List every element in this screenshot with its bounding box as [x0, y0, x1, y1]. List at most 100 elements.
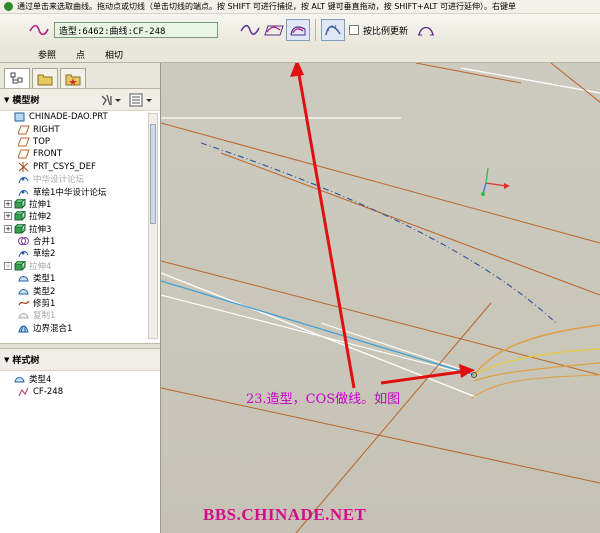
model-tree-title: 模型树	[12, 96, 40, 106]
free-curve-icon	[240, 24, 260, 35]
plane-curve-button[interactable]	[262, 19, 286, 41]
tree-item[interactable]: 修剪1	[0, 297, 160, 309]
boundary-icon	[18, 323, 30, 333]
favorites-star-icon	[65, 74, 81, 85]
tree-item-label: 复制1	[33, 311, 56, 322]
tab-tangency[interactable]: 相切	[105, 48, 123, 61]
curve-type-icon[interactable]	[28, 22, 50, 38]
curve-icon	[18, 387, 30, 397]
cos-dashboard-toolbar: 造型:6462:曲线:CF-248 按比例更新	[0, 14, 600, 46]
tree-item[interactable]: TOP	[0, 136, 160, 148]
tree-item-label: 边界混合1	[33, 323, 73, 334]
navigator-tabs	[0, 63, 160, 89]
tree-item-label: 拉伸1	[29, 199, 52, 210]
tab-model-tree[interactable]	[4, 68, 30, 88]
plane-curve-icon	[264, 25, 284, 36]
curve-edit-button[interactable]	[414, 19, 438, 41]
tree-item-label: 草绘1中华设计论坛	[33, 187, 107, 198]
csys-icon	[18, 161, 30, 172]
curvature-button[interactable]	[321, 19, 345, 41]
graphics-viewport[interactable]: 23.造型，COS做线。如图 BBS.CHINADE.NET	[161, 63, 600, 533]
extrude-icon	[14, 198, 26, 209]
tree-item[interactable]: + 拉伸4	[0, 260, 160, 272]
tree-item-label: 拉伸2	[29, 212, 52, 223]
tree-item-label: TOP	[33, 136, 51, 147]
extrude-icon	[14, 223, 26, 234]
model-tree: CHINADE-DAO.PRT RIGHT TOP FRONT PRT_CSYS_DEF…	[0, 111, 160, 343]
tree-item-label: 类型4	[29, 375, 52, 386]
extrude-icon	[14, 211, 26, 221]
scale-update-checkbox[interactable]: 按比例更新	[349, 24, 408, 37]
datum-plane-icon	[18, 137, 30, 147]
style-tree-header[interactable]: ▼ 样式树	[0, 349, 160, 371]
tree-item-label: 拉伸4	[29, 261, 52, 272]
datum-plane-icon	[18, 149, 30, 159]
curve-select-field[interactable]: 造型:6462:曲线:CF-248	[54, 22, 218, 38]
trim-icon	[18, 298, 30, 308]
tree-item-label: 类型2	[33, 286, 56, 297]
free-curve-button[interactable]	[238, 19, 262, 41]
checkbox-box[interactable]	[349, 25, 359, 35]
tree-item[interactable]: 中华设计论坛	[0, 173, 160, 185]
tree-item[interactable]: 类型2	[0, 284, 160, 297]
style-icon	[18, 286, 30, 296]
tree-item[interactable]: 合并1	[0, 235, 160, 247]
tree-item[interactable]: + 拉伸1	[0, 198, 160, 210]
tree-item[interactable]: + 拉伸3	[0, 223, 160, 235]
tree-item-label: RIGHT	[33, 124, 60, 135]
part-icon	[14, 112, 26, 122]
tree-item[interactable]: RIGHT	[0, 123, 160, 135]
tree-item-label: CF-248	[33, 386, 64, 397]
tree-item[interactable]: 草绘1中华设计论坛	[0, 185, 160, 198]
scale-update-label: 按比例更新	[363, 26, 409, 37]
tree-item[interactable]: 类型4	[0, 373, 160, 385]
tree-item[interactable]: 复制1	[0, 309, 160, 321]
folder-icon	[37, 74, 53, 85]
message-text: 通过单击来选取曲线。拖动点或切线（单击切线的端点。按 SHIFT 可进行捕捉，按…	[17, 2, 516, 11]
style-icon	[14, 374, 26, 384]
collapse-triangle-icon[interactable]: ▼	[4, 96, 9, 104]
collapse-triangle-icon[interactable]: ▼	[4, 356, 9, 364]
model-tree-header[interactable]: ▼ 模型树	[0, 89, 160, 111]
tree-item[interactable]: 草绘2	[0, 247, 160, 259]
tree-item[interactable]: FRONT	[0, 148, 160, 160]
tree-scrollbar[interactable]	[148, 113, 158, 339]
tree-item[interactable]: PRT_CSYS_DEF	[0, 161, 160, 173]
expand-plus-icon[interactable]: +	[4, 212, 12, 221]
tree-item[interactable]: 边界混合1	[0, 322, 160, 334]
expand-plus-icon[interactable]: +	[4, 261, 12, 270]
tree-item[interactable]: 类型1	[0, 272, 160, 284]
navigator-panel: ▼ 模型树 CHINADE-DAO.PRT RIGHT TOP FRONT PRT_CS…	[0, 63, 161, 533]
style-tree: 类型4 CF-248	[0, 371, 160, 398]
expand-plus-icon[interactable]: +	[4, 224, 12, 233]
toolbar-separator	[315, 19, 316, 41]
model-geometry	[161, 63, 600, 533]
tree-item[interactable]: CF-248	[0, 385, 160, 397]
merge-icon	[18, 236, 30, 246]
tree-item[interactable]: CHINADE-DAO.PRT	[0, 111, 160, 123]
annotation-note: 23.造型，COS做线。如图	[246, 392, 401, 407]
tree-item[interactable]: + 拉伸2	[0, 210, 160, 222]
expand-plus-icon[interactable]: +	[4, 199, 12, 208]
style-icon	[18, 273, 30, 283]
tree-item-label: 修剪1	[33, 299, 56, 310]
cos-curve-icon	[290, 26, 306, 36]
cos-curve-button[interactable]	[286, 19, 310, 41]
tree-item-label: CHINADE-DAO.PRT	[29, 112, 108, 123]
tree-item-label: FRONT	[33, 149, 63, 160]
curve-field-value: 造型:6462:曲线:CF-248	[59, 26, 166, 37]
sketch-icon	[18, 174, 30, 184]
model-tree-tools	[100, 93, 154, 107]
tree-item-label: 中华设计论坛	[33, 175, 85, 186]
scrollbar-thumb[interactable]	[150, 124, 156, 224]
tab-favorites[interactable]	[60, 68, 86, 88]
tab-points[interactable]: 点	[76, 48, 85, 61]
tab-references[interactable]: 参照	[38, 48, 56, 61]
tree-settings-icon[interactable]	[100, 93, 122, 107]
tab-folder-browser[interactable]	[32, 68, 58, 88]
tree-show-icon[interactable]	[128, 93, 154, 107]
sketch-icon	[18, 187, 30, 197]
watermark-text: BBS.CHINADE.NET	[203, 505, 367, 524]
dashboard-tabs: 参照 点 相切	[0, 46, 600, 63]
extrude-icon	[14, 260, 26, 271]
